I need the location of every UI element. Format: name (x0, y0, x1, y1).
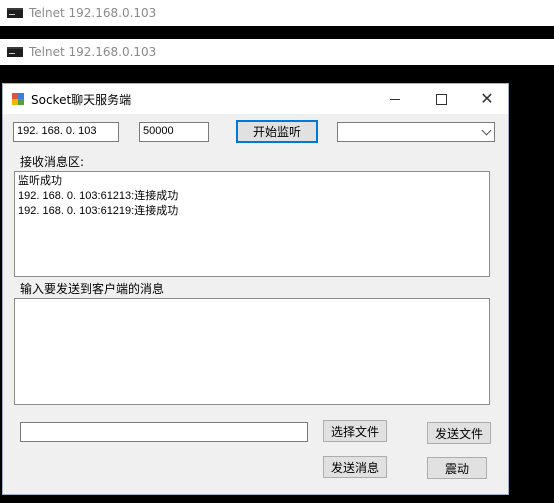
minimize-button[interactable] (372, 84, 418, 114)
send-file-button[interactable]: 发送文件 (427, 422, 491, 444)
command-prompt-icon (7, 8, 23, 18)
maximize-icon (435, 93, 447, 105)
port-input[interactable]: 50000 (139, 122, 209, 142)
log-line: 192. 168. 0. 103:61213:连接成功 (18, 190, 179, 202)
start-listen-button[interactable]: 开始监听 (236, 120, 318, 143)
app-icon (12, 93, 24, 105)
telnet-window-bar-1[interactable]: Telnet 192.168.0.103 (0, 0, 554, 26)
log-line: 192. 168. 0. 103:61219:连接成功 (18, 205, 179, 217)
title-bar[interactable]: Socket聊天服务端 ✕ (3, 84, 508, 114)
minimize-icon (390, 98, 400, 100)
maximize-button[interactable] (418, 84, 464, 114)
receive-log: 监听成功 192. 168. 0. 103:61213:连接成功 192. 16… (15, 172, 489, 221)
receive-label: 接收消息区: (20, 155, 85, 169)
telnet-title: Telnet 192.168.0.103 (29, 6, 157, 20)
receive-message-area[interactable]: 监听成功 192. 168. 0. 103:61213:连接成功 192. 16… (14, 171, 490, 277)
close-icon: ✕ (480, 89, 494, 108)
telnet-title: Telnet 192.168.0.103 (29, 45, 157, 59)
shake-button[interactable]: 震动 (427, 457, 487, 479)
log-line: 监听成功 (18, 175, 62, 187)
choose-file-button[interactable]: 选择文件 (323, 420, 387, 442)
client-select[interactable] (337, 122, 495, 142)
send-message-button[interactable]: 发送消息 (323, 456, 387, 478)
close-button[interactable]: ✕ (464, 84, 510, 114)
server-window: Socket聊天服务端 ✕ 192. 168. 0. 103 50000 开始监… (2, 83, 509, 495)
command-prompt-icon (7, 47, 23, 57)
send-label: 输入要发送到客户端的消息 (20, 282, 165, 296)
send-message-input[interactable] (14, 298, 490, 405)
ip-input[interactable]: 192. 168. 0. 103 (13, 122, 119, 142)
telnet-window-bar-2[interactable]: Telnet 192.168.0.103 (0, 39, 554, 65)
file-path-input[interactable] (20, 422, 308, 442)
chevron-down-icon (481, 125, 492, 136)
window-title: Socket聊天服务端 (31, 93, 132, 107)
